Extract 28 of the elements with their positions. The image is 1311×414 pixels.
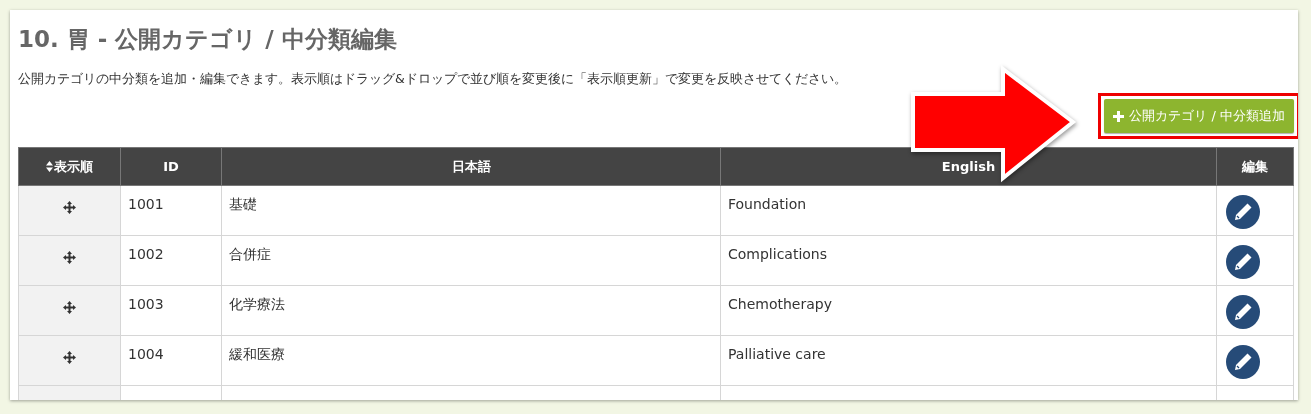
plus-icon: [1113, 110, 1125, 122]
japanese-name-cell: 緩和医療: [229, 346, 285, 364]
id-cell: 1004: [128, 346, 164, 362]
id-cell: 1002: [128, 246, 164, 262]
edit-icon[interactable]: [1226, 195, 1260, 229]
edit-icon[interactable]: [1226, 245, 1260, 279]
id-cell: 1003: [128, 296, 164, 312]
english-name-cell: Foundation: [728, 196, 807, 212]
edit-icon[interactable]: [1226, 295, 1260, 329]
edit-icon[interactable]: [1226, 345, 1260, 379]
move-icon[interactable]: [63, 351, 76, 364]
move-icon[interactable]: [63, 201, 76, 214]
column-header: 日本語: [221, 147, 721, 186]
english-name-cell: Chemotherapy: [728, 296, 832, 312]
sort-icon: [46, 161, 53, 172]
english-name-cell: Complications: [728, 246, 828, 262]
column-header: 編集: [1216, 147, 1294, 186]
column-header: ID: [120, 147, 222, 186]
japanese-name-cell: 合併症: [229, 246, 271, 264]
column-header: English: [720, 147, 1217, 186]
english-name-cell: Palliative care: [728, 346, 826, 362]
move-icon[interactable]: [63, 251, 76, 264]
move-icon[interactable]: [63, 301, 76, 314]
japanese-name-cell: 化学療法: [229, 296, 285, 314]
japanese-name-cell: 基礎: [229, 196, 257, 214]
description-text: 公開カテゴリの中分類を追加・編集できます。表示順はドラッグ&ドロップで並び順を変更後に「表示順更新」で変更を反映させてください。: [18, 71, 847, 88]
id-cell: 1001: [128, 196, 164, 212]
column-header[interactable]: 表示順: [18, 147, 121, 186]
